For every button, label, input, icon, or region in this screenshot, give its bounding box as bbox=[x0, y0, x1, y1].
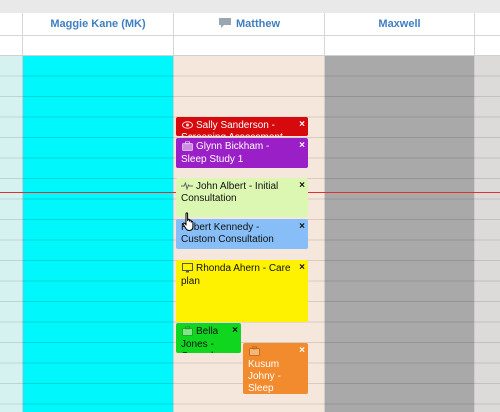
pulse-icon bbox=[181, 181, 193, 193]
header-maggie-kane[interactable]: Maggie Kane (MK) bbox=[23, 13, 174, 35]
header-cell-partial-right bbox=[475, 13, 500, 35]
header-label: Maggie Kane (MK) bbox=[50, 18, 146, 30]
chat-icon[interactable] bbox=[218, 17, 232, 32]
close-icon[interactable]: × bbox=[299, 263, 305, 273]
event-rhonda-ahern[interactable]: Rhonda Ahern - Care plan × bbox=[176, 260, 308, 322]
all-day-cell[interactable] bbox=[0, 36, 23, 55]
all-day-row bbox=[0, 36, 500, 56]
close-icon[interactable]: × bbox=[299, 120, 305, 130]
eye-icon bbox=[181, 120, 193, 132]
close-icon[interactable]: × bbox=[299, 346, 305, 356]
header-matthew[interactable]: Matthew bbox=[174, 13, 325, 35]
event-title: Rhonda Ahern - Care plan bbox=[181, 263, 291, 287]
event-bella-jones[interactable]: Bella Jones - Care plan × bbox=[176, 323, 241, 353]
event-title: John Albert - Initial Consultation bbox=[181, 181, 279, 204]
event-title: Kusum Johny - Sleep Study 1 bbox=[248, 359, 281, 394]
header-cell-partial-left bbox=[0, 13, 23, 35]
close-icon[interactable]: × bbox=[299, 181, 305, 191]
event-title: Glynn Bickham - Sleep Study 1 bbox=[181, 141, 270, 165]
header-label: Matthew bbox=[236, 18, 280, 30]
all-day-cell[interactable] bbox=[325, 36, 475, 55]
briefcase-icon bbox=[248, 346, 260, 359]
hand-cursor-icon bbox=[181, 212, 197, 232]
event-glynn-bickham[interactable]: Glynn Bickham - Sleep Study 1 × bbox=[176, 138, 308, 168]
resource-header: Maggie Kane (MK) Matthew Maxwell bbox=[0, 13, 500, 36]
all-day-cell[interactable] bbox=[174, 36, 325, 55]
event-kusum-johny[interactable]: Kusum Johny - Sleep Study 1 × bbox=[243, 343, 308, 394]
event-sally-sanderson[interactable]: Sally Sanderson - Screening Assessment × bbox=[176, 117, 308, 136]
schedule-grid: Sally Sanderson - Screening Assessment ×… bbox=[0, 56, 500, 412]
close-icon[interactable]: × bbox=[232, 326, 238, 336]
close-icon[interactable]: × bbox=[299, 222, 305, 232]
close-icon[interactable]: × bbox=[299, 141, 305, 151]
header-label: Maxwell bbox=[378, 18, 421, 30]
header-maxwell[interactable]: Maxwell bbox=[325, 13, 475, 35]
briefcase-icon bbox=[181, 141, 193, 154]
monitor-icon bbox=[181, 263, 193, 276]
all-day-cell[interactable] bbox=[475, 36, 500, 55]
top-strip bbox=[0, 0, 500, 13]
all-day-cell[interactable] bbox=[23, 36, 174, 55]
event-title: Sally Sanderson - Screening Assessment bbox=[181, 120, 283, 136]
briefcase-icon bbox=[181, 326, 193, 339]
